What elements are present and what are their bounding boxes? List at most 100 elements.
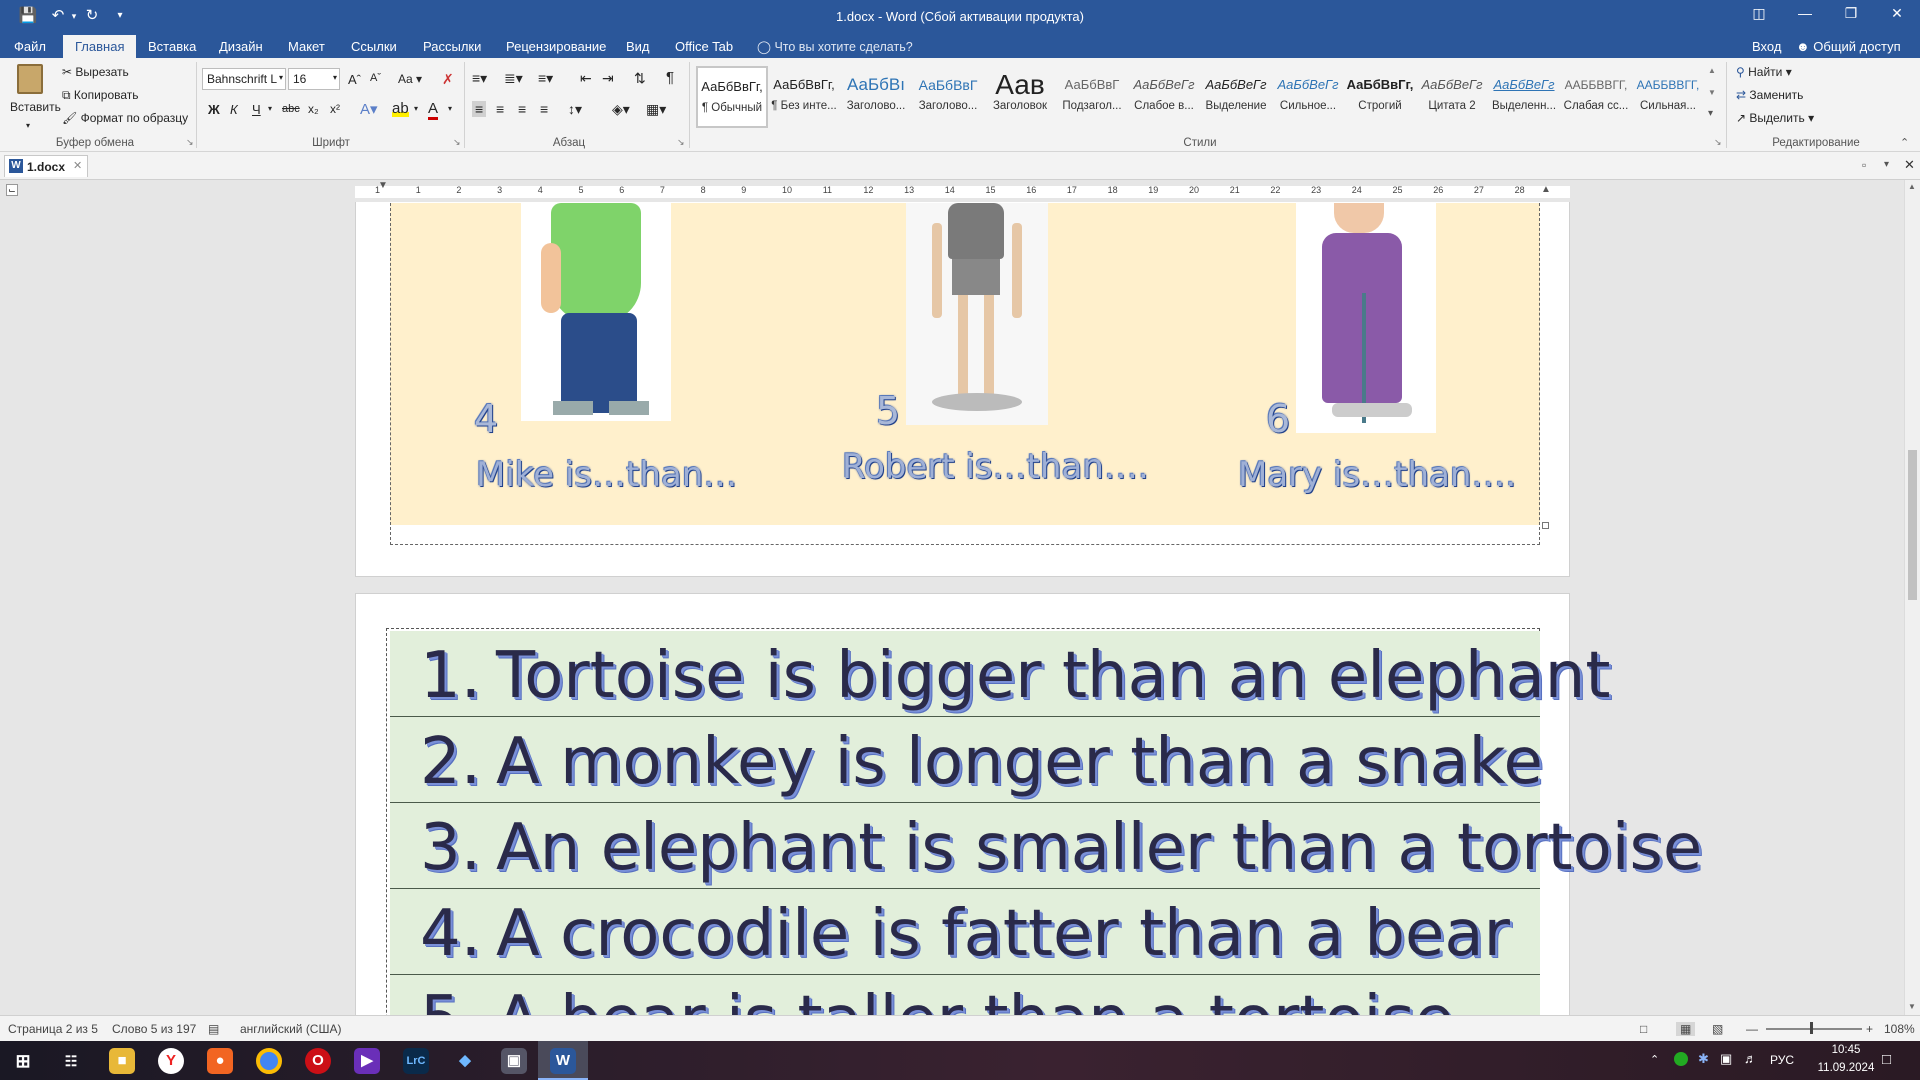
tray-chevron-icon[interactable]: ⌃ [1650,1053,1659,1066]
scroll-thumb[interactable] [1908,450,1917,600]
scroll-up-icon[interactable]: ▲ [1908,182,1916,191]
volume-icon[interactable]: ♬ [1744,1051,1757,1066]
tab-view[interactable]: Вид [626,39,650,54]
bluetooth-icon[interactable]: ✱ [1698,1051,1709,1067]
style-item[interactable]: АаБбВеГг Слабое в... [1128,66,1200,128]
chrome-icon[interactable] [256,1048,282,1074]
style-item[interactable]: ААББВВГГ, Слабая сс... [1560,66,1632,128]
paste-dropdown-icon[interactable]: ▾ [26,121,30,130]
strikethrough-button[interactable]: abc [282,103,300,115]
lightroom-icon[interactable]: LrC [403,1048,429,1074]
gallery-more-icon[interactable]: ▾ [1708,108,1713,119]
tab-design[interactable]: Дизайн [219,39,263,54]
ribbon-display-options-icon[interactable]: ◫ [1736,5,1782,22]
document-tab[interactable]: W 1.docx ✕ [4,155,88,177]
web-layout-icon[interactable]: ▧ [1712,1022,1723,1036]
tab-selector-icon[interactable]: ⌙ [6,184,18,196]
font-launcher-icon[interactable]: ↘ [453,137,461,148]
grow-font-icon[interactable]: Aˆ [348,72,361,87]
scroll-down-icon[interactable]: ▼ [1908,1002,1916,1011]
underline-button[interactable]: Ч [252,102,261,117]
italic-button[interactable]: К [230,102,238,117]
read-mode-icon[interactable]: □ [1640,1022,1647,1036]
clipboard-launcher-icon[interactable]: ↘ [186,137,194,148]
find-button[interactable]: ⚲ Найти ▾ [1736,65,1792,79]
style-item[interactable]: АаБбВеГг Сильное... [1272,66,1344,128]
zoom-level[interactable]: 108% [1884,1022,1915,1036]
clock-time[interactable]: 10:45 [1816,1044,1876,1056]
tab-layout[interactable]: Макет [288,39,325,54]
style-item[interactable]: АаБбВвГ Заголово... [912,66,984,128]
style-item[interactable]: АаБбВвГг, ¶ Обычный [696,66,768,128]
word-taskbar-button[interactable]: W [538,1041,588,1080]
right-indent-icon[interactable]: ▲ [1541,184,1551,195]
font-color-dropdown-icon[interactable]: ▾ [448,104,452,113]
task-view-icon[interactable]: ☷ [58,1048,84,1074]
close-document-icon[interactable]: ✕ [1904,157,1915,173]
minimize-icon[interactable]: — [1782,5,1828,21]
vertical-scrollbar[interactable]: ▲ ▼ [1904,180,1920,1015]
network-icon[interactable]: ▣ [1720,1051,1732,1067]
style-item[interactable]: АаБбВвГ Подзагол... [1056,66,1128,128]
gallery-scroll-down-icon[interactable]: ▼ [1708,88,1716,97]
show-formatting-icon[interactable]: ¶ [666,69,674,86]
app-orange-icon[interactable]: ● [207,1048,233,1074]
close-icon[interactable]: ✕ [1874,5,1920,22]
cut-button[interactable]: ✂ Вырезать [62,65,129,79]
style-item[interactable]: АаБбВеГг Выделение [1200,66,1272,128]
change-case-button[interactable]: Aa ▾ [398,72,422,86]
collapse-ribbon-icon[interactable]: ⌃ [1900,136,1909,149]
superscript-icon[interactable]: x² [330,102,340,116]
print-layout-icon[interactable]: ▦ [1676,1022,1696,1036]
app-blue-icon[interactable]: ◆ [452,1048,478,1074]
style-item[interactable]: АаБбВвГг, Строгий [1344,66,1416,128]
zoom-out-icon[interactable]: — [1746,1022,1758,1036]
notifications-icon[interactable]: □ [1882,1051,1891,1068]
clear-formatting-icon[interactable]: ✗ [442,71,454,88]
decrease-indent-icon[interactable]: ⇤ [580,70,592,87]
first-line-indent-icon[interactable]: ▼ [378,180,388,191]
copy-button[interactable]: ⧉ Копировать [62,88,139,103]
page-count[interactable]: Страница 2 из 5 [8,1022,98,1036]
align-left-icon[interactable]: ≡ [472,101,487,117]
paste-button[interactable]: Вставить [10,64,61,114]
tab-insert[interactable]: Вставка [148,39,196,54]
keyboard-language[interactable]: РУС [1770,1053,1794,1067]
clock-date[interactable]: 11.09.2024 [1806,1062,1886,1074]
yandex-browser-icon[interactable]: Y [158,1048,184,1074]
format-painter-button[interactable]: 🖌 Формат по образцу [62,111,188,125]
tray-green-icon[interactable] [1674,1052,1688,1066]
windows-start-icon[interactable]: ⊞ [10,1048,36,1074]
style-item[interactable]: ААББВВГГ, Сильная... [1632,66,1704,128]
sort-icon[interactable]: ⇅ [634,70,646,87]
select-button[interactable]: ↗ Выделить ▾ [1736,111,1814,125]
highlight-dropdown-icon[interactable]: ▾ [414,104,418,113]
tab-mailings[interactable]: Рассылки [423,39,481,54]
styles-launcher-icon[interactable]: ↘ [1714,137,1722,148]
tab-review[interactable]: Рецензирование [506,39,606,54]
bullets-icon[interactable]: ≡▾ [472,70,487,87]
style-item[interactable]: АаБбВеГг Выделенн... [1488,66,1560,128]
tab-home[interactable]: Главная [63,35,137,58]
style-item[interactable]: Аав Заголовок [984,66,1056,128]
font-size-field[interactable]: 16 ▾ [288,68,340,90]
opera-icon[interactable]: O [305,1048,331,1074]
ruler-scale[interactable]: 1 1 2 3 4 5 6 7 8 9 10 11 12 13 14 15 16 17 18 19 20 21 22 23 24… [355,185,1570,198]
increase-indent-icon[interactable]: ⇥ [602,70,614,87]
tab-file[interactable]: Файл [14,39,46,54]
restore-icon[interactable]: ❐ [1828,5,1874,22]
highlight-icon[interactable]: ab [392,100,409,117]
tab-references[interactable]: Ссылки [351,39,397,54]
zoom-slider[interactable] [1766,1028,1862,1030]
paragraph-launcher-icon[interactable]: ↘ [677,137,685,148]
share-button[interactable]: ☻ Общий доступ [1796,39,1901,54]
file-explorer-icon[interactable]: ■ [109,1048,135,1074]
zoom-in-icon[interactable]: + [1866,1022,1873,1036]
line-spacing-icon[interactable]: ↕▾ [568,101,582,118]
font-name-field[interactable]: Bahnschrift L ▾ [202,68,286,90]
font-color-icon[interactable]: A [428,100,439,120]
align-right-icon[interactable]: ≡ [518,101,526,117]
word-count[interactable]: Слово 5 из 197 [112,1022,196,1036]
multilevel-list-icon[interactable]: ≡▾ [538,70,553,87]
new-document-icon[interactable]: ▫ [1862,158,1866,172]
